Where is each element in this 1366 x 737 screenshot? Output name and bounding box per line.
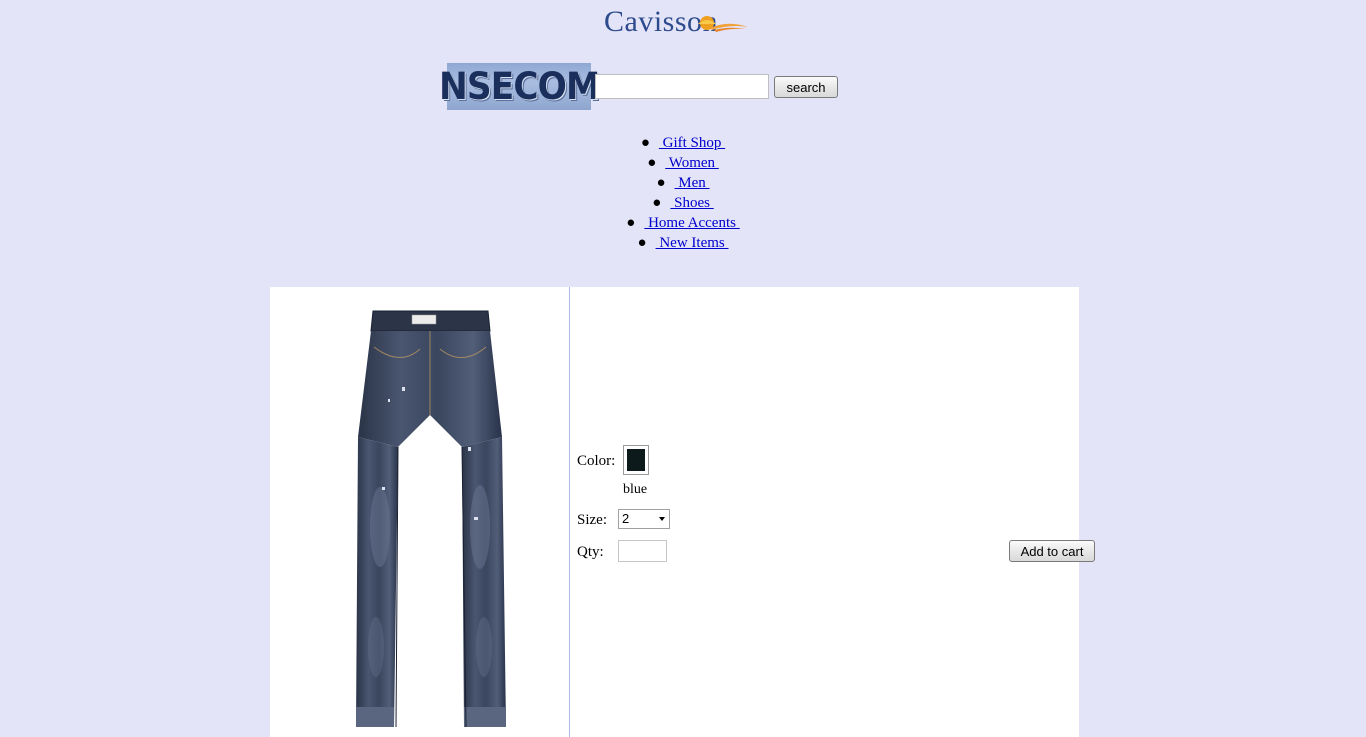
bullet-icon: ● bbox=[626, 215, 636, 231]
chevron-down-icon bbox=[659, 517, 665, 521]
nav-item-women: ● Women bbox=[0, 153, 1366, 173]
color-swatch-fill bbox=[627, 449, 645, 471]
nav-link-women[interactable]: Women bbox=[665, 155, 719, 171]
nav-link-men[interactable]: Men bbox=[675, 175, 710, 191]
bullet-icon: ● bbox=[652, 195, 662, 211]
product-details-cell: Color: blue Size: 2 Qty: Add to cart bbox=[571, 287, 1095, 737]
page: Cavisson NSECOM search ● Gift Shop ● Wom… bbox=[0, 0, 1366, 737]
size-label: Size: bbox=[577, 512, 607, 528]
color-swatch[interactable] bbox=[623, 445, 649, 475]
bullet-icon: ● bbox=[647, 155, 657, 171]
nav-item-men: ● Men bbox=[0, 173, 1366, 193]
qty-input[interactable] bbox=[618, 540, 667, 562]
add-to-cart-button[interactable]: Add to cart bbox=[1009, 540, 1095, 562]
search-button[interactable]: search bbox=[774, 76, 838, 98]
bullet-icon: ● bbox=[637, 235, 647, 251]
sunrise-logo-icon bbox=[698, 16, 748, 32]
bullet-icon: ● bbox=[640, 135, 650, 151]
color-name: blue bbox=[623, 482, 648, 497]
nav-link-shoes[interactable]: Shoes bbox=[670, 195, 713, 211]
nav-link-home-accents[interactable]: Home Accents bbox=[644, 215, 739, 231]
nsecom-logo[interactable]: NSECOM bbox=[439, 63, 600, 110]
nav-item-new-items: ● New Items bbox=[0, 233, 1366, 253]
product-image-cell bbox=[270, 287, 570, 737]
search-input[interactable] bbox=[595, 74, 769, 99]
cavisson-logo[interactable]: Cavisson bbox=[604, 4, 754, 40]
nav-item-home-accents: ● Home Accents bbox=[0, 213, 1366, 233]
nav-item-gift-shop: ● Gift Shop bbox=[0, 133, 1366, 153]
qty-label: Qty: bbox=[577, 544, 604, 560]
product-panel: Color: blue Size: 2 Qty: Add to cart bbox=[270, 287, 1095, 737]
color-label: Color: bbox=[577, 453, 616, 469]
jeans-image[interactable] bbox=[270, 287, 569, 737]
nsecom-logo-text: NSECOM bbox=[438, 65, 600, 108]
nav-link-new-items[interactable]: New Items bbox=[656, 235, 729, 251]
bullet-icon: ● bbox=[656, 175, 666, 191]
size-select-value: 2 bbox=[622, 511, 630, 526]
category-nav: ● Gift Shop ● Women ● Men ● Shoes ● Home… bbox=[0, 133, 1366, 253]
size-select[interactable]: 2 bbox=[618, 509, 670, 529]
nav-item-shoes: ● Shoes bbox=[0, 193, 1366, 213]
nav-link-gift-shop[interactable]: Gift Shop bbox=[659, 135, 725, 151]
